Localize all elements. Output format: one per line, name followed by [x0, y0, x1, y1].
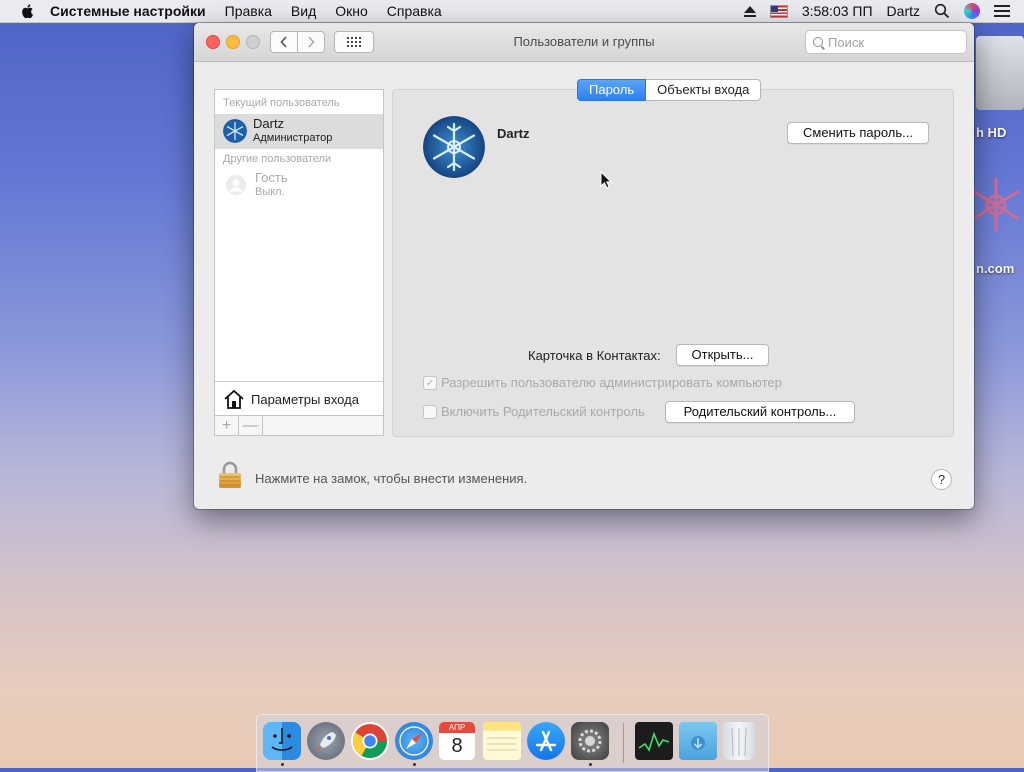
user-name: Dartz	[253, 116, 285, 131]
hard-drive-label[interactable]: h HD	[976, 125, 1006, 140]
chrome-icon[interactable]	[351, 722, 389, 760]
user-row-guest[interactable]: Гость Выкл.	[215, 168, 383, 202]
search-placeholder: Поиск	[828, 34, 865, 50]
finder-icon[interactable]	[263, 722, 301, 760]
trash-lines-icon	[731, 727, 747, 757]
search-field[interactable]: Поиск	[805, 30, 967, 54]
finder-face-icon	[271, 728, 293, 751]
hard-drive-icon[interactable]	[976, 36, 1024, 110]
system-preferences-icon[interactable]	[571, 722, 609, 760]
safari-icon[interactable]	[395, 722, 433, 760]
menu-view[interactable]: Вид	[291, 3, 316, 19]
parental-controls-button[interactable]: Родительский контроль...	[665, 401, 855, 423]
user-full-name: Dartz	[497, 126, 530, 141]
apple-menu-icon[interactable]	[20, 3, 36, 19]
dock-separator	[623, 723, 624, 763]
guest-name: Гость	[255, 170, 288, 185]
notification-center-icon[interactable]	[994, 5, 1010, 17]
user-row-dartz[interactable]: Dartz Администратор	[215, 114, 383, 149]
allow-admin-label: Разрешить пользователю администрировать …	[441, 375, 782, 390]
compass-icon	[399, 726, 429, 756]
running-indicator	[281, 763, 284, 766]
spotlight-search-icon[interactable]	[934, 3, 950, 19]
calendar-month: АПР	[439, 722, 475, 733]
graph-line-icon	[638, 731, 670, 752]
guest-avatar-icon	[226, 175, 246, 195]
running-indicator	[413, 763, 416, 766]
help-button[interactable]: ?	[931, 469, 952, 490]
other-users-header: Другие пользователи	[223, 153, 332, 165]
search-icon	[813, 37, 823, 47]
user-role: Администратор	[253, 132, 333, 144]
menu-window[interactable]: Окно	[335, 3, 368, 19]
mouse-cursor-icon	[600, 171, 612, 189]
dock: АПР 8	[256, 714, 769, 772]
contacts-card-label: Карточка в Контактах:	[528, 348, 661, 363]
user-list: Текущий пользователь Dartz Администратор…	[214, 89, 384, 436]
menu-bar: Системные настройки Правка Вид Окно Спра…	[0, 0, 1024, 23]
parental-controls-checkbox-label: Включить Родительский контроль	[441, 404, 645, 419]
input-source-us-flag-icon[interactable]	[769, 4, 788, 18]
lock-icon[interactable]	[218, 461, 242, 489]
app-store-a-icon	[535, 730, 557, 752]
guest-status: Выкл.	[255, 186, 285, 198]
tab-login-items[interactable]: Объекты входа	[646, 79, 762, 101]
remove-user-button[interactable]: —	[239, 416, 263, 435]
login-options-label: Параметры входа	[251, 391, 359, 407]
current-user-header: Текущий пользователь	[223, 97, 340, 109]
tab-bar: Пароль Объекты входа	[577, 79, 762, 101]
chrome-logo-icon	[353, 724, 387, 758]
running-indicator	[589, 763, 592, 766]
eject-icon[interactable]	[743, 5, 756, 17]
lock-hint-text: Нажмите на замок, чтобы внести изменения…	[255, 471, 528, 486]
menu-help[interactable]: Справка	[387, 3, 442, 19]
launchpad-icon[interactable]	[307, 722, 345, 760]
calendar-icon[interactable]: АПР 8	[439, 722, 475, 760]
notes-lines-icon	[487, 737, 517, 751]
user-picture-snowflake-icon[interactable]	[423, 116, 485, 178]
gear-icon	[578, 729, 602, 753]
menu-clock[interactable]: 3:58:03 ПП	[802, 3, 873, 19]
users-groups-window: Пользователи и группы Поиск Текущий поль…	[194, 23, 974, 509]
login-options-item[interactable]: Параметры входа	[215, 381, 383, 416]
house-icon	[224, 389, 244, 409]
downloads-folder-icon[interactable]	[679, 722, 717, 760]
menu-user-name[interactable]: Dartz	[887, 3, 920, 19]
app-store-icon[interactable]	[527, 722, 565, 760]
siri-icon[interactable]	[964, 3, 980, 19]
desktop-snowflake-icon[interactable]	[968, 172, 1024, 244]
calendar-day: 8	[451, 735, 463, 757]
menu-edit[interactable]: Правка	[225, 3, 272, 19]
parental-controls-checkbox[interactable]	[423, 405, 437, 419]
notes-icon[interactable]	[483, 722, 521, 760]
change-password-button[interactable]: Сменить пароль...	[787, 122, 929, 144]
window-titlebar[interactable]: Пользователи и группы Поиск	[194, 23, 974, 62]
menu-app-name[interactable]: Системные настройки	[50, 3, 206, 19]
trash-icon[interactable]	[723, 722, 755, 760]
desktop-item-label[interactable]: n.com	[976, 261, 1014, 276]
tab-password[interactable]: Пароль	[577, 79, 647, 101]
download-arrow-icon	[691, 736, 705, 750]
rocket-icon	[316, 732, 336, 751]
user-list-toolbar: + —	[214, 415, 384, 436]
add-user-button[interactable]: +	[215, 416, 239, 435]
activity-monitor-icon[interactable]	[635, 722, 673, 760]
open-contacts-button[interactable]: Открыть...	[676, 344, 769, 366]
user-avatar-snowflake-icon	[223, 119, 247, 143]
allow-admin-checkbox[interactable]: ✓	[423, 376, 437, 390]
